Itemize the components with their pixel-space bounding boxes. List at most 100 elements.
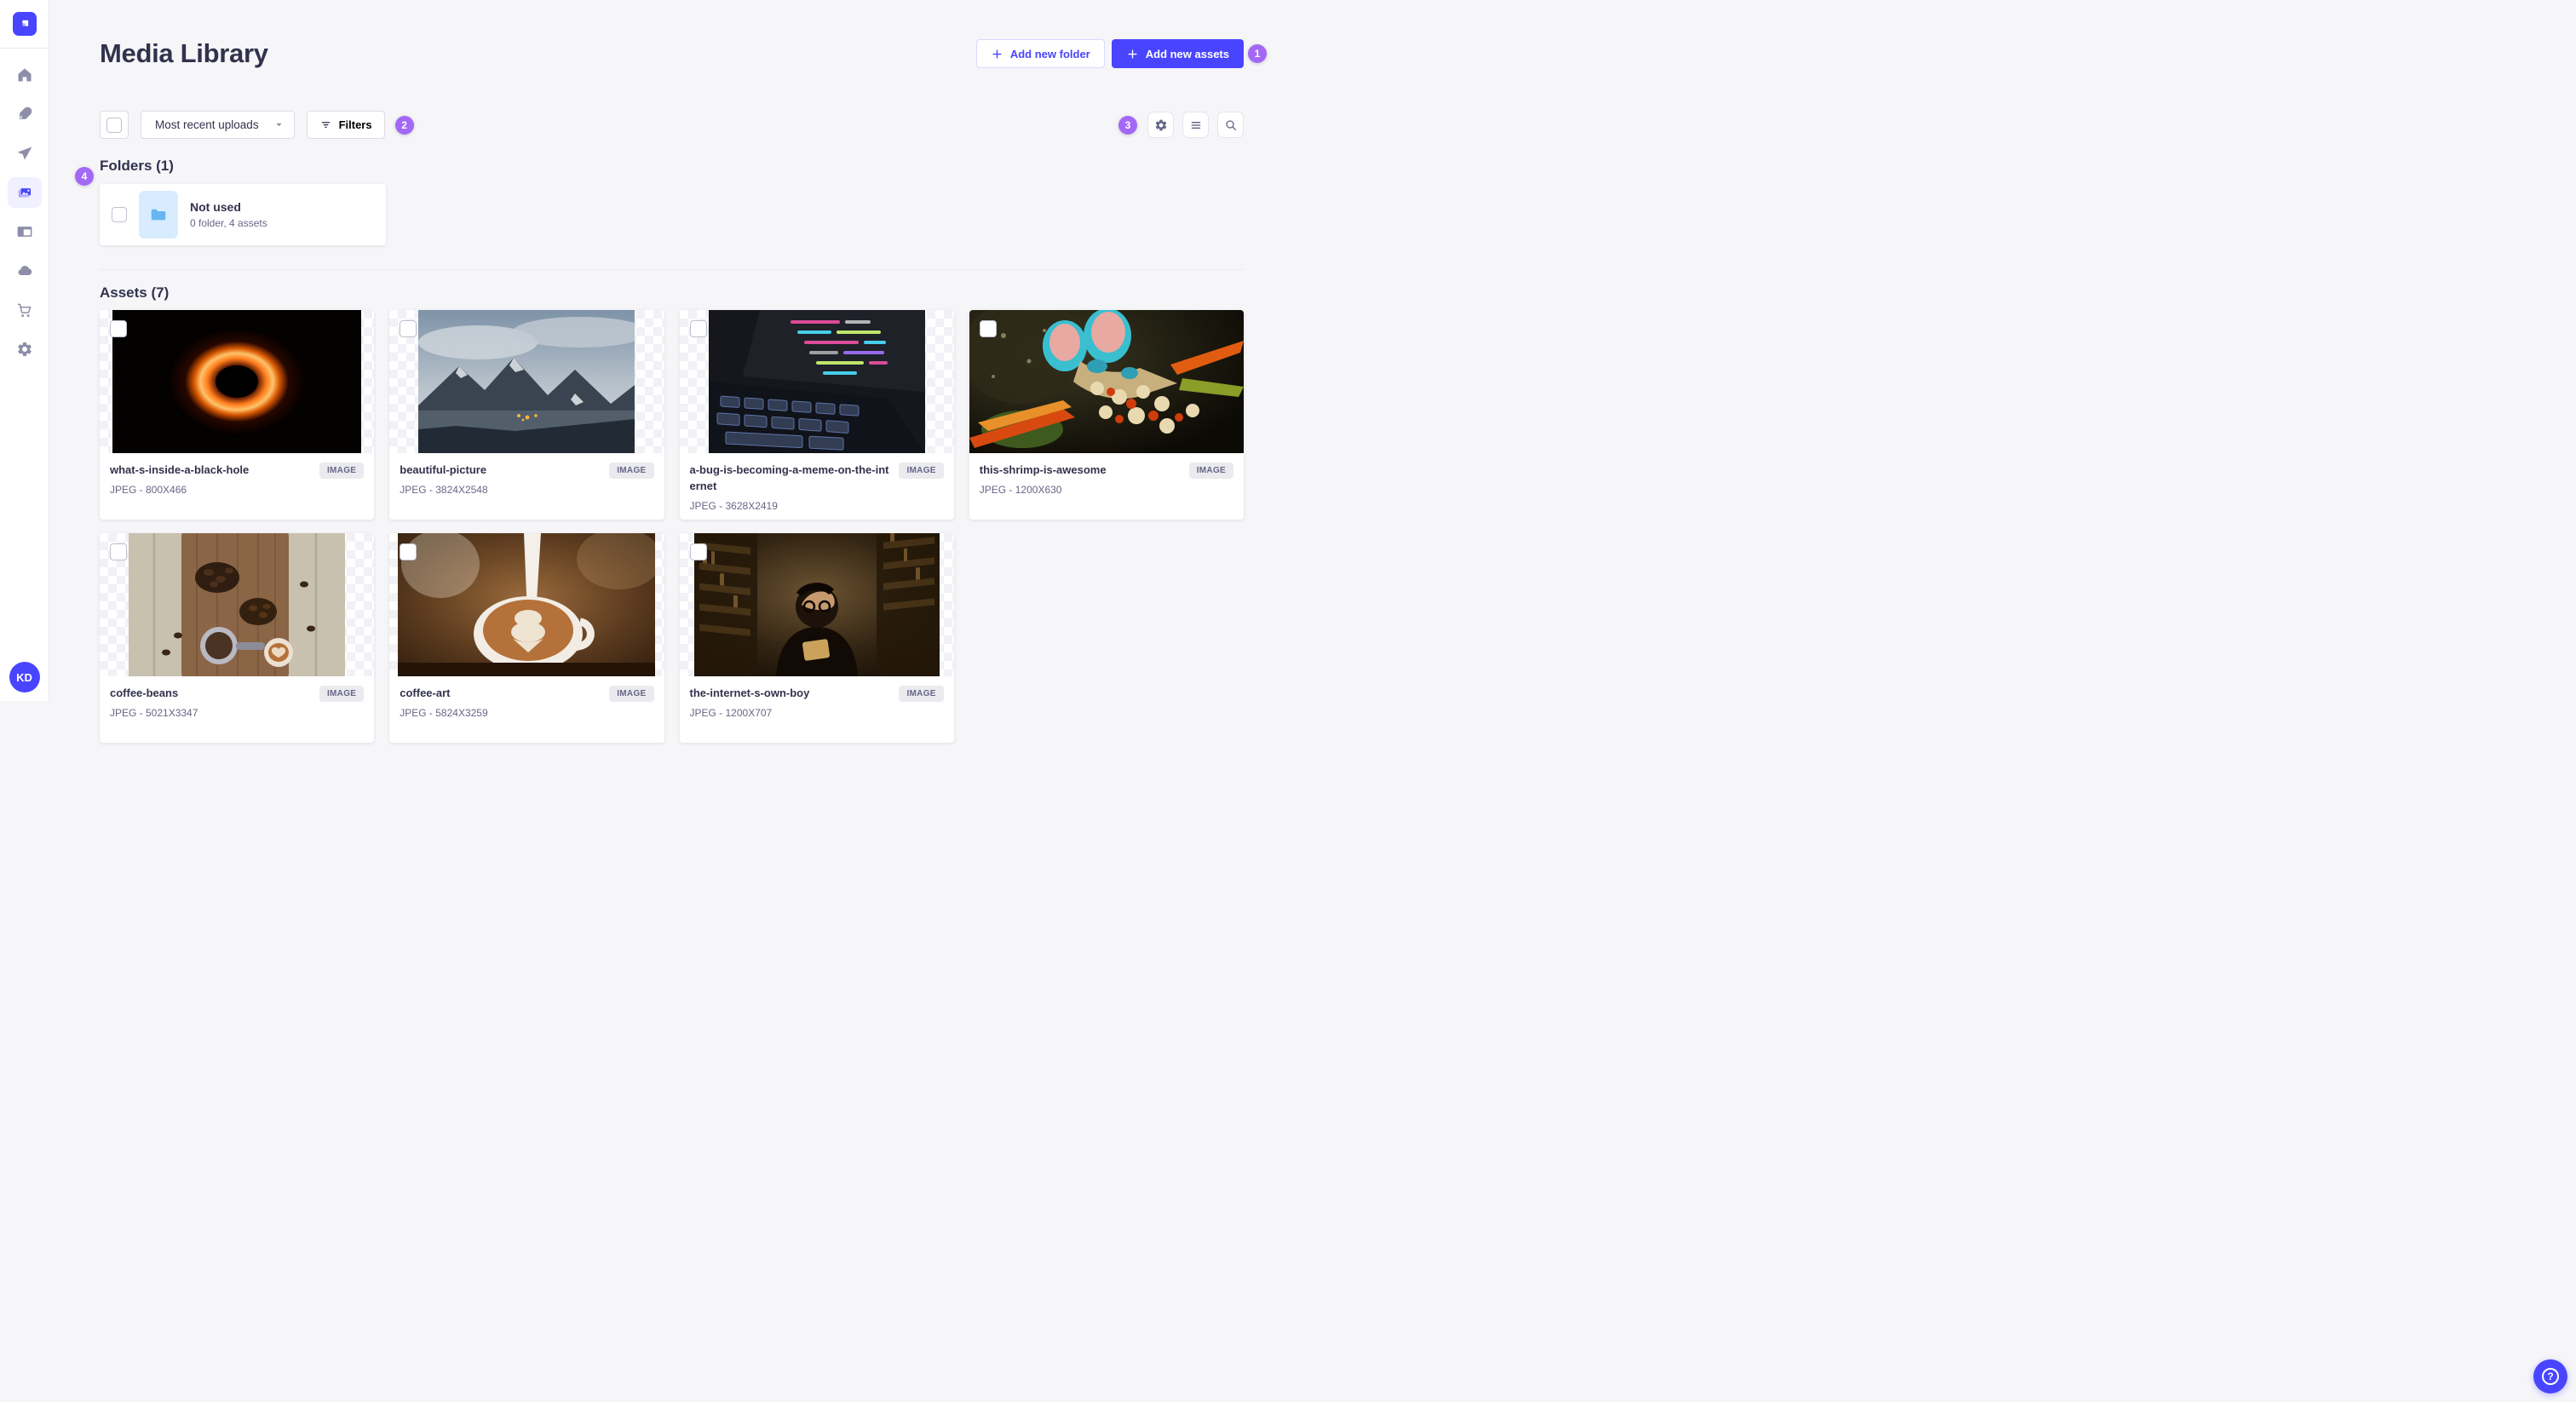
asset-preview — [969, 310, 1244, 453]
asset-preview — [679, 533, 954, 676]
section-divider — [100, 269, 1244, 270]
asset-meta: JPEG - 5824X3259 — [400, 706, 488, 719]
asset-caption: coffee-art JPEG - 5824X3259 IMAGE — [389, 676, 664, 730]
asset-title: coffee-beans JPEG - 5021X3347 — [110, 686, 313, 721]
asset-meta: JPEG - 1200X630 — [979, 483, 1062, 496]
cloud-icon — [17, 266, 32, 276]
folder-name: Not used — [190, 200, 241, 214]
add-new-folder-button[interactable]: Add new folder — [975, 39, 1105, 68]
asset-checkbox[interactable] — [979, 320, 997, 337]
header-actions: Add new folder Add new assets 1 — [975, 39, 1267, 68]
asset-meta: JPEG - 3628X2419 — [689, 499, 778, 512]
asset-thumbnail-black-hole — [112, 310, 362, 453]
asset-thumbnail-mantis-shrimp — [969, 310, 1244, 453]
asset-thumbnail-library-portrait — [693, 533, 940, 676]
asset-card[interactable]: coffee-art JPEG - 5824X3259 IMAGE — [389, 533, 664, 743]
folders-heading: Folders (1) — [100, 158, 174, 174]
toolbar: Most recent uploads Filters 2 3 — [100, 111, 1244, 139]
user-avatar[interactable]: KD — [9, 662, 40, 692]
sidebar-item-content-type-builder[interactable] — [8, 216, 42, 247]
help-button[interactable]: ? — [2533, 1359, 2567, 1393]
asset-preview — [679, 310, 954, 453]
asset-caption: coffee-beans JPEG - 5021X3347 IMAGE — [100, 676, 374, 730]
feather-icon — [19, 106, 32, 121]
asset-caption: the-internet-s-own-boy JPEG - 1200X707 I… — [680, 676, 954, 730]
assets-heading: Assets (7) — [100, 284, 170, 301]
asset-checkbox[interactable] — [689, 320, 707, 337]
asset-caption: beautiful-picture JPEG - 3824X2548 IMAGE — [389, 453, 664, 507]
sort-dropdown[interactable]: Most recent uploads — [141, 111, 295, 139]
asset-type-badge: IMAGE — [609, 686, 654, 702]
strapi-logo[interactable] — [12, 12, 37, 36]
paper-plane-icon — [17, 147, 32, 160]
logo-container — [0, 0, 49, 49]
sidebar: KD — [0, 0, 49, 701]
asset-title: a-bug-is-becoming-a-meme-on-the-internet… — [690, 463, 893, 514]
add-new-assets-label: Add new assets — [1145, 47, 1229, 60]
asset-type-badge: IMAGE — [899, 686, 944, 702]
sidebar-item-content[interactable] — [8, 99, 42, 129]
asset-checkbox[interactable] — [400, 543, 417, 560]
search-button[interactable] — [1217, 112, 1244, 138]
asset-title: this-shrimp-is-awesome JPEG - 1200X630 — [980, 463, 1182, 497]
asset-preview — [389, 310, 664, 453]
chevron-down-icon — [275, 123, 282, 127]
folder-info: Not used 0 folder, 4 assets — [190, 200, 267, 229]
sidebar-item-marketplace[interactable] — [8, 295, 42, 325]
select-all-checkbox[interactable] — [100, 111, 129, 139]
asset-caption: a-bug-is-becoming-a-meme-on-the-internet… — [680, 453, 954, 520]
asset-card[interactable]: this-shrimp-is-awesome JPEG - 1200X630 I… — [969, 310, 1244, 520]
asset-meta: JPEG - 800X466 — [110, 483, 187, 496]
asset-type-badge: IMAGE — [319, 686, 365, 702]
asset-checkbox[interactable] — [689, 543, 707, 560]
page-title: Media Library — [100, 38, 268, 68]
asset-title: what-s-inside-a-black-hole JPEG - 800X46… — [110, 463, 313, 497]
asset-preview — [100, 310, 375, 453]
asset-card[interactable]: what-s-inside-a-black-hole JPEG - 800X46… — [100, 310, 375, 520]
folder-checkbox[interactable] — [112, 207, 127, 222]
asset-card[interactable]: the-internet-s-own-boy JPEG - 1200X707 I… — [679, 533, 954, 743]
plus-icon — [1128, 49, 1137, 59]
add-new-assets-button[interactable]: Add new assets — [1111, 39, 1244, 68]
folder-icon — [151, 209, 166, 221]
asset-meta: JPEG - 3824X2548 — [400, 483, 488, 496]
filter-icon — [321, 122, 330, 128]
sidebar-item-media-library[interactable] — [7, 177, 42, 208]
sidebar-nav — [7, 49, 42, 365]
strapi-logo-icon — [21, 20, 28, 26]
asset-card[interactable]: beautiful-picture JPEG - 3824X2548 IMAGE — [389, 310, 664, 520]
list-view-button[interactable] — [1182, 112, 1209, 138]
asset-title: beautiful-picture JPEG - 3824X2548 — [400, 463, 602, 497]
asset-type-badge: IMAGE — [609, 463, 654, 479]
search-icon — [1225, 119, 1236, 130]
checkbox — [106, 117, 122, 133]
folder-card[interactable]: Not used 0 folder, 4 assets — [100, 184, 386, 245]
asset-checkbox[interactable] — [110, 320, 127, 337]
folder-tile — [139, 191, 178, 238]
tour-step-badge-4: 4 — [75, 167, 94, 186]
layout-icon — [17, 227, 32, 237]
asset-checkbox[interactable] — [400, 320, 417, 337]
tour-step-badge-3: 3 — [1118, 115, 1137, 135]
plus-icon — [992, 49, 1002, 59]
filters-button[interactable]: Filters — [306, 111, 385, 139]
add-new-folder-label: Add new folder — [1009, 47, 1090, 60]
asset-caption: this-shrimp-is-awesome JPEG - 1200X630 I… — [969, 453, 1244, 507]
view-controls: 3 — [1118, 112, 1244, 138]
asset-thumbnail-coffee-beans — [129, 533, 346, 676]
asset-card[interactable]: a-bug-is-becoming-a-meme-on-the-internet… — [679, 310, 954, 520]
view-settings-button[interactable] — [1147, 112, 1174, 138]
sidebar-item-home[interactable] — [8, 60, 42, 90]
cart-icon — [17, 303, 31, 318]
sidebar-item-cloud[interactable] — [8, 256, 42, 286]
sidebar-item-settings[interactable] — [8, 334, 42, 365]
sidebar-item-deploy[interactable] — [8, 138, 42, 169]
main-content: 4 Media Library Add new folder Add new a… — [49, 0, 1288, 743]
filters-label: Filters — [338, 118, 372, 131]
asset-checkbox[interactable] — [110, 543, 127, 560]
images-icon — [18, 187, 32, 198]
question-mark-icon: ? — [2542, 1368, 2559, 1385]
asset-card[interactable]: coffee-beans JPEG - 5021X3347 IMAGE — [100, 533, 375, 743]
asset-title: coffee-art JPEG - 5824X3259 — [400, 686, 602, 721]
assets-grid: what-s-inside-a-black-hole JPEG - 800X46… — [100, 310, 1244, 743]
